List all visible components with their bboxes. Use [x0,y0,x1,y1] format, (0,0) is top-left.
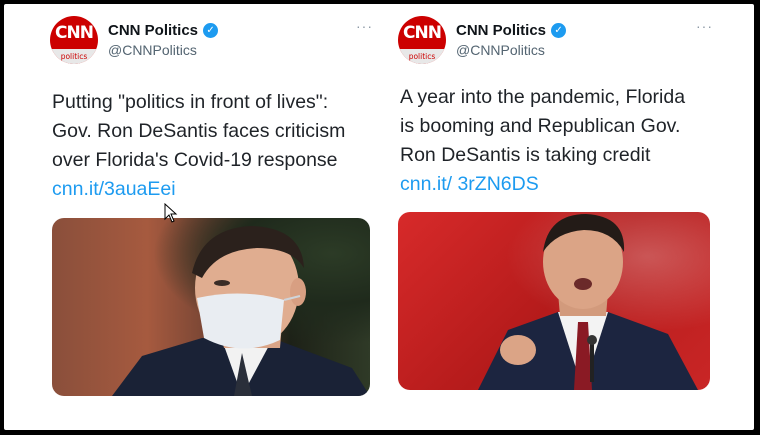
avatar[interactable]: CNN politics [398,16,446,64]
tweet-link[interactable]: cnn.it/3auaEei [52,178,176,200]
tweet-photo[interactable] [52,218,370,396]
verified-badge-icon: ✓ [203,23,219,38]
avatar-sub: politics [408,52,436,61]
more-options-icon[interactable]: ··· [696,18,713,34]
author-name[interactable]: CNN Politics [456,22,546,39]
author-handle[interactable]: @CNNPolitics [108,42,197,58]
mouse-pointer-icon [164,203,178,223]
verified-badge-icon: ✓ [551,23,567,38]
avatar-sub: politics [60,52,88,61]
more-options-icon[interactable]: ··· [356,18,373,34]
photo-illustration [112,226,370,396]
avatar-brand: CNN [55,23,94,43]
avatar[interactable]: CNN politics [50,16,98,64]
tweet-link[interactable]: cnn.it/ 3rZN6DS [400,173,539,195]
author-handle[interactable]: @CNNPolitics [456,42,545,58]
tweet-body: A year into the pandemic, Florida is boo… [400,86,686,166]
tweet-body: Putting "politics in front of lives": Go… [52,91,346,171]
author-name[interactable]: CNN Politics [108,22,198,39]
avatar-brand: CNN [403,23,442,43]
tweet-text: Putting "politics in front of lives": Go… [52,88,352,204]
tweet-photo[interactable] [398,212,710,390]
screenshot-canvas: CNN politics CNN Politics ✓ @CNNPolitics… [4,4,754,430]
photo-illustration [478,214,698,390]
tweet-text: A year into the pandemic, Florida is boo… [400,83,700,199]
